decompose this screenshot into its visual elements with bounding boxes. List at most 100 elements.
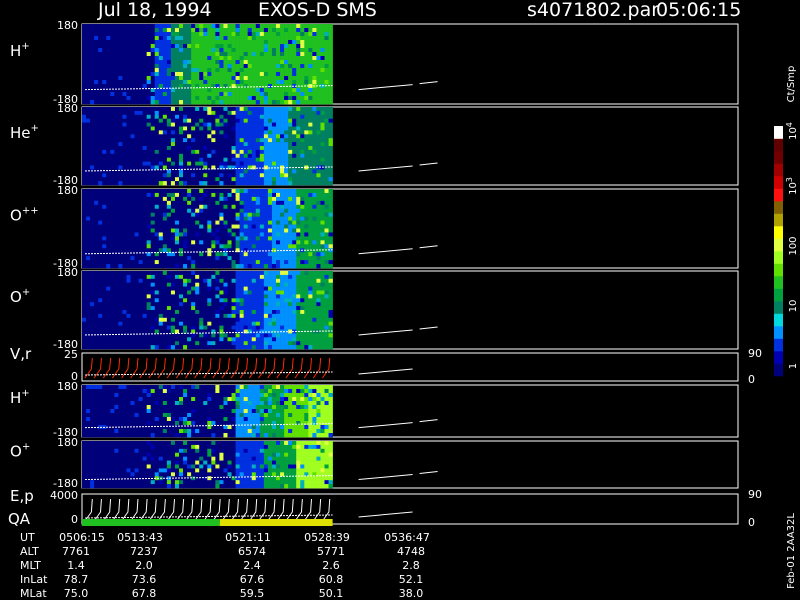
heatmap-cell [267,134,273,139]
heatmap-cell [296,196,301,202]
heatmap-cell [276,142,281,147]
heatmap-cell [142,153,147,158]
heatmap-cell [170,228,176,233]
heatmap-cell [187,260,192,265]
heatmap-cell [122,204,127,210]
heatmap-cell [239,278,244,283]
heatmap-cell [316,290,321,295]
heatmap-cell [166,181,172,186]
heatmap-cell [267,153,273,158]
heatmap-cell [110,196,115,202]
heatmap-cell [255,142,261,147]
heatmap-cell [223,110,228,116]
heatmap-cell [207,88,212,93]
heatmap-cell [296,228,301,233]
heatmap-cell [142,196,147,202]
heatmap-cell [231,286,236,291]
heatmap-cell [94,341,99,346]
heatmap-cell [86,118,91,123]
heatmap-cell [231,325,236,330]
heatmap-cell [219,153,224,158]
heatmap-cell [94,64,99,69]
heatmap-cell [300,302,305,307]
heatmap-cell [86,232,91,237]
heatmap-cell [267,24,273,29]
heatmap-cell [166,329,172,334]
heatmap-cell [174,236,180,241]
heatmap-cell [106,88,111,93]
heatmap-cell [126,146,131,151]
heatmap-cell [259,56,265,61]
heatmap-cell [122,80,127,85]
heatmap-cell [259,122,265,127]
heatmap-cell [280,36,285,41]
heatmap-cell [308,271,313,276]
heatmap-cell [215,28,220,33]
heatmap-cell [158,146,164,151]
heatmap-cell [300,232,305,237]
heatmap-cell [304,278,309,283]
heatmap-cell [328,157,333,162]
heatmap-cell [243,321,249,326]
heatmap-cell [219,24,224,29]
heatmap-cell [94,24,99,29]
heatmap-cell [239,274,244,280]
heatmap-cell [251,32,257,37]
heatmap-cell [203,298,208,303]
heatmap-cell [263,92,269,97]
heatmap-cell [150,271,156,276]
heatmap-cell [126,341,131,346]
heatmap-cell [118,189,123,194]
heatmap-cell [86,88,91,93]
heatmap-cell [239,76,244,81]
heatmap-cell [320,200,325,206]
heatmap-cell [86,302,91,307]
heatmap-cell [158,189,164,194]
heatmap-cell [320,32,325,37]
heatmap-cell [98,173,103,178]
heatmap-cell [292,48,297,53]
heatmap-cell [110,220,115,225]
heatmap-cell [223,149,228,155]
heatmap-cell [106,341,111,346]
heatmap-cell [199,278,204,283]
heatmap-cell [150,126,156,131]
heatmap-cell [187,169,192,174]
heatmap-cell [122,313,127,319]
heatmap-cell [122,248,127,253]
heatmap-cell [122,208,127,213]
heatmap-cell [166,134,172,139]
heatmap-cell [154,107,160,112]
heatmap-cell [320,306,325,311]
heatmap-cell [150,28,156,33]
heatmap-cell [183,333,188,338]
heatmap-cell [215,333,220,338]
heatmap-cell [174,64,180,69]
heatmap-cell [142,329,147,334]
heatmap-cell [118,52,123,57]
heatmap-cell [263,142,269,147]
heatmap-cell [122,196,127,202]
heatmap-cell [183,40,188,45]
heatmap-cell [158,138,164,143]
heatmap-cell [211,196,216,202]
heatmap-cell [235,290,240,295]
heatmap-cell [324,306,329,311]
heatmap-cell [122,24,127,29]
heatmap-cell [82,286,87,291]
heatmap-cell [150,313,156,319]
heatmap-cell [118,84,123,89]
heatmap-cell [126,337,131,342]
heatmap-cell [231,341,236,346]
heatmap-cell [227,204,232,210]
heatmap-cell [183,196,188,202]
heatmap-cell [138,208,143,213]
heatmap-cell [219,228,224,233]
heatmap-cell [179,60,184,65]
heatmap-cell [296,240,301,245]
heatmap-cell [98,72,103,77]
heatmap-cell [106,329,111,334]
heatmap-cell [280,181,285,186]
heatmap-cell [207,224,212,229]
heatmap-cell [300,264,305,269]
